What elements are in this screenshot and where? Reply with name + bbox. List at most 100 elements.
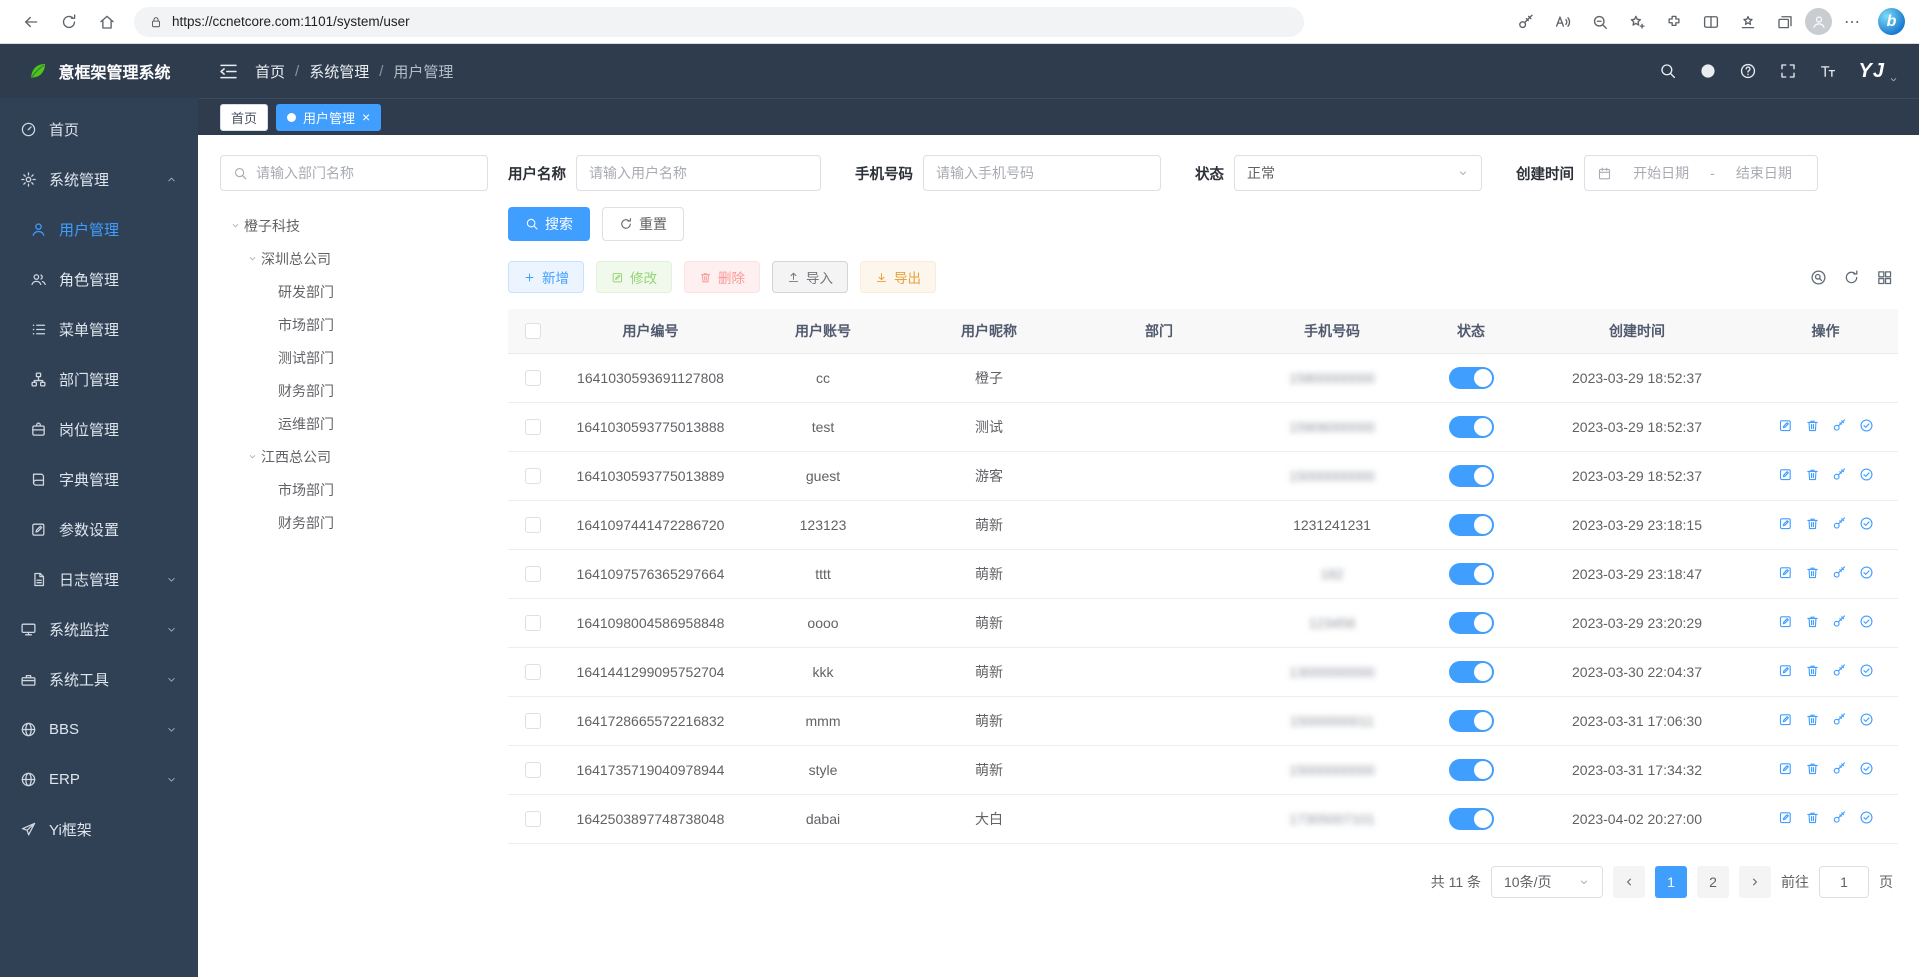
tree-node[interactable]: 江西总公司 (220, 440, 488, 473)
assign-role-button[interactable] (1859, 712, 1874, 727)
collections-icon[interactable] (1768, 5, 1802, 39)
delete-row-button[interactable] (1805, 565, 1820, 580)
sidebar-item-post-mgmt[interactable]: 岗位管理 (0, 404, 198, 454)
extensions-icon[interactable] (1657, 5, 1691, 39)
tree-node[interactable]: 测试部门 (220, 341, 488, 374)
sidebar-item-role-mgmt[interactable]: 角色管理 (0, 254, 198, 304)
reset-password-button[interactable] (1832, 761, 1847, 776)
edit-row-button[interactable] (1778, 516, 1793, 531)
delete-user-button[interactable]: 删除 (684, 261, 760, 293)
menu-fold-icon[interactable] (218, 61, 239, 82)
status-toggle[interactable] (1449, 808, 1494, 830)
delete-row-button[interactable] (1805, 467, 1820, 482)
more-options-icon[interactable] (1835, 5, 1869, 39)
tree-node[interactable]: 深圳总公司 (220, 242, 488, 275)
user-avatar[interactable]: YJ (1859, 60, 1899, 83)
sidebar-item-menu-mgmt[interactable]: 菜单管理 (0, 304, 198, 354)
page-size-select[interactable]: 10条/页 (1491, 866, 1603, 898)
toggle-search-icon[interactable] (1810, 269, 1827, 286)
row-checkbox[interactable] (525, 419, 541, 435)
row-checkbox[interactable] (525, 762, 541, 778)
assign-role-button[interactable] (1859, 614, 1874, 629)
edit-row-button[interactable] (1778, 467, 1793, 482)
edit-row-button[interactable] (1778, 810, 1793, 825)
row-checkbox[interactable] (525, 615, 541, 631)
sidebar-item-log-mgmt[interactable]: 日志管理 (0, 554, 198, 604)
goto-page-input[interactable]: 1 (1819, 866, 1869, 898)
delete-row-button[interactable] (1805, 712, 1820, 727)
reset-password-button[interactable] (1832, 810, 1847, 825)
dept-search-input[interactable]: 请输入部门名称 (220, 155, 488, 191)
fullscreen-icon[interactable] (1779, 62, 1797, 80)
delete-row-button[interactable] (1805, 614, 1820, 629)
delete-row-button[interactable] (1805, 418, 1820, 433)
breadcrumb-home[interactable]: 首页 (255, 61, 285, 82)
sidebar-item-yi-frame[interactable]: Yi框架 (0, 804, 198, 854)
sidebar-item-monitor[interactable]: 系统监控 (0, 604, 198, 654)
sidebar-item-user-mgmt[interactable]: 用户管理 (0, 204, 198, 254)
search-button[interactable]: 搜索 (508, 207, 590, 241)
sidebar-item-erp[interactable]: ERP (0, 754, 198, 804)
refresh-icon[interactable] (52, 5, 86, 39)
sidebar-item-dept-mgmt[interactable]: 部门管理 (0, 354, 198, 404)
sidebar-item-tools[interactable]: 系统工具 (0, 654, 198, 704)
search-icon[interactable] (1659, 62, 1677, 80)
status-toggle[interactable] (1449, 416, 1494, 438)
status-toggle[interactable] (1449, 612, 1494, 634)
row-checkbox[interactable] (525, 566, 541, 582)
assign-role-button[interactable] (1859, 418, 1874, 433)
refresh-table-icon[interactable] (1843, 269, 1860, 286)
tag-home[interactable]: 首页 (220, 104, 268, 131)
bing-icon[interactable]: b (1878, 8, 1905, 35)
date-range-picker[interactable]: 开始日期 - 结束日期 (1584, 155, 1818, 191)
key-icon[interactable] (1509, 5, 1543, 39)
select-all-checkbox[interactable] (525, 323, 541, 339)
sidebar-item-dict-mgmt[interactable]: 字典管理 (0, 454, 198, 504)
username-input[interactable]: 请输入用户名称 (576, 155, 821, 191)
read-aloud-icon[interactable] (1546, 5, 1580, 39)
reset-password-button[interactable] (1832, 614, 1847, 629)
status-toggle[interactable] (1449, 563, 1494, 585)
status-toggle[interactable] (1449, 759, 1494, 781)
split-screen-icon[interactable] (1694, 5, 1728, 39)
columns-icon[interactable] (1876, 269, 1893, 286)
next-page-button[interactable] (1739, 866, 1771, 898)
edit-row-button[interactable] (1778, 565, 1793, 580)
font-size-icon[interactable] (1819, 62, 1837, 80)
assign-role-button[interactable] (1859, 467, 1874, 482)
status-toggle[interactable] (1449, 514, 1494, 536)
row-checkbox[interactable] (525, 664, 541, 680)
favorite-add-icon[interactable] (1620, 5, 1654, 39)
help-icon[interactable] (1739, 62, 1757, 80)
breadcrumb-system[interactable]: 系统管理 (309, 61, 369, 82)
edit-row-button[interactable] (1778, 614, 1793, 629)
tree-node[interactable]: 财务部门 (220, 506, 488, 539)
status-toggle[interactable] (1449, 710, 1494, 732)
delete-row-button[interactable] (1805, 516, 1820, 531)
reset-password-button[interactable] (1832, 565, 1847, 580)
page-1-button[interactable]: 1 (1655, 866, 1687, 898)
phone-input[interactable]: 请输入手机号码 (923, 155, 1161, 191)
row-checkbox[interactable] (525, 370, 541, 386)
zoom-out-icon[interactable] (1583, 5, 1617, 39)
edit-user-button[interactable]: 修改 (596, 261, 672, 293)
import-button[interactable]: 导入 (772, 261, 848, 293)
sidebar-item-home[interactable]: 首页 (0, 104, 198, 154)
prev-page-button[interactable] (1613, 866, 1645, 898)
status-toggle[interactable] (1449, 367, 1494, 389)
delete-row-button[interactable] (1805, 761, 1820, 776)
assign-role-button[interactable] (1859, 565, 1874, 580)
sidebar-item-system[interactable]: 系统管理 (0, 154, 198, 204)
tree-node[interactable]: 市场部门 (220, 473, 488, 506)
tree-node[interactable]: 橙子科技 (220, 209, 488, 242)
reset-button[interactable]: 重置 (602, 207, 684, 241)
tree-node[interactable]: 运维部门 (220, 407, 488, 440)
close-tag-icon[interactable]: × (362, 110, 370, 124)
delete-row-button[interactable] (1805, 810, 1820, 825)
row-checkbox[interactable] (525, 811, 541, 827)
sidebar-item-param-settings[interactable]: 参数设置 (0, 504, 198, 554)
back-icon[interactable] (14, 5, 48, 39)
status-toggle[interactable] (1449, 465, 1494, 487)
row-checkbox[interactable] (525, 517, 541, 533)
favorites-bar-icon[interactable] (1731, 5, 1765, 39)
